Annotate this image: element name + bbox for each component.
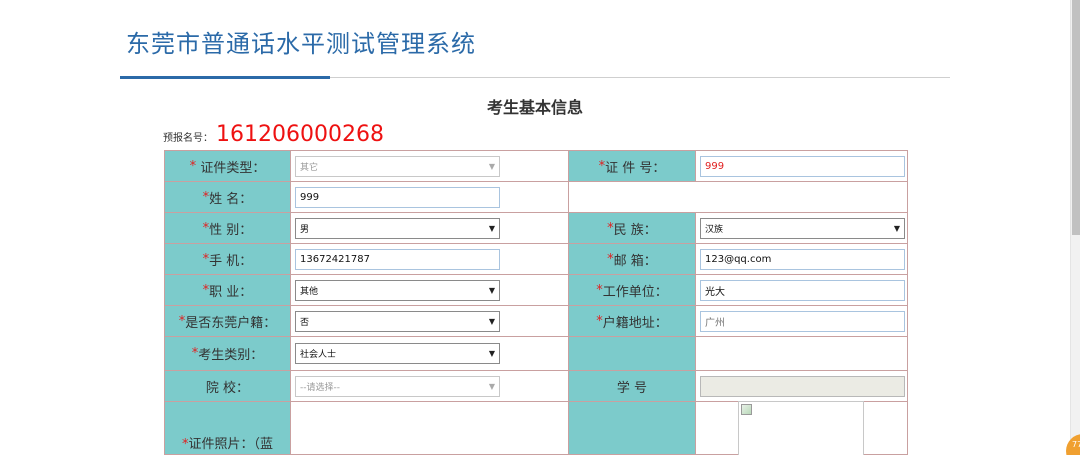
- student-no-cell: [695, 370, 908, 402]
- badge-count: 77: [1072, 440, 1080, 449]
- name-label: * 姓 名：: [164, 181, 291, 213]
- school-cell: --请选择-- ▼: [290, 370, 569, 402]
- candidate-type-select[interactable]: 社会人士 ▼: [295, 343, 500, 364]
- gender-cell: 男 ▼: [290, 212, 569, 244]
- chevron-down-icon: ▼: [488, 285, 495, 295]
- id-number-input[interactable]: 999: [700, 155, 905, 177]
- employer-input[interactable]: 光大: [700, 279, 905, 301]
- id-number-cell: 999: [695, 150, 908, 182]
- chevron-down-icon: ▼: [488, 161, 495, 171]
- id-type-label: * 证件类型：: [164, 150, 291, 182]
- empty-cell: [568, 181, 908, 213]
- mobile-label: * 手 机：: [164, 243, 291, 275]
- page-scrollbar[interactable]: [1070, 0, 1080, 455]
- gender-select[interactable]: 男 ▼: [295, 217, 500, 239]
- candidate-info-form: * 证件类型： 其它 ▼ * 证 件 号： 999 * 姓 名： 999 * 性 别： …: [0, 0, 1070, 455]
- id-photo-cell: [290, 401, 569, 455]
- candidate-type-label: * 考生类别：: [164, 336, 291, 371]
- mobile-cell: 13672421787: [290, 243, 569, 275]
- occupation-cell: 其他 ▼: [290, 274, 569, 306]
- student-no-input[interactable]: [700, 375, 905, 397]
- student-no-label: 学 号: [568, 370, 696, 402]
- email-label: * 邮 箱：: [568, 243, 696, 275]
- hukou-address-label: * 户籍地址：: [568, 305, 696, 337]
- chevron-down-icon: ▼: [488, 316, 495, 326]
- dongguan-hukou-select[interactable]: 否 ▼: [295, 310, 500, 332]
- chevron-down-icon: ▼: [488, 223, 495, 233]
- dongguan-hukou-cell: 否 ▼: [290, 305, 569, 337]
- empty-cell: [695, 336, 908, 371]
- photo-preview[interactable]: [738, 401, 864, 455]
- ethnicity-select[interactable]: 汉族 ▼: [700, 217, 905, 239]
- school-label: 院 校：: [164, 370, 291, 402]
- empty-label-cell: [568, 401, 696, 455]
- employer-label: * 工作单位：: [568, 274, 696, 306]
- school-select[interactable]: --请选择-- ▼: [295, 375, 500, 397]
- name-input[interactable]: 999: [295, 186, 500, 208]
- hukou-address-input[interactable]: 广州: [700, 310, 905, 332]
- id-photo-label: * 证件照片：（蓝: [164, 401, 291, 455]
- candidate-type-cell: 社会人士 ▼: [290, 336, 569, 371]
- mobile-input[interactable]: 13672421787: [295, 248, 500, 270]
- dongguan-hukou-label: * 是否东莞户籍：: [164, 305, 291, 337]
- chevron-down-icon: ▼: [488, 349, 495, 358]
- chevron-down-icon: ▼: [488, 381, 495, 391]
- ethnicity-cell: 汉族 ▼: [695, 212, 908, 244]
- chevron-down-icon: ▼: [893, 223, 900, 233]
- employer-cell: 光大: [695, 274, 908, 306]
- id-type-select[interactable]: 其它 ▼: [295, 155, 500, 177]
- name-cell: 999: [290, 181, 569, 213]
- id-number-label: * 证 件 号：: [568, 150, 696, 182]
- hukou-address-cell: 广州: [695, 305, 908, 337]
- email-cell: 123@qq.com: [695, 243, 908, 275]
- gender-label: * 性 别：: [164, 212, 291, 244]
- empty-label-cell: [568, 336, 696, 371]
- broken-image-icon: [741, 404, 752, 415]
- ethnicity-label: * 民 族：: [568, 212, 696, 244]
- required-mark: *: [189, 158, 197, 174]
- email-input[interactable]: 123@qq.com: [700, 248, 905, 270]
- occupation-select[interactable]: 其他 ▼: [295, 279, 500, 301]
- id-type-cell: 其它 ▼: [290, 150, 569, 182]
- scrollbar-thumb[interactable]: [1072, 0, 1080, 235]
- occupation-label: * 职 业：: [164, 274, 291, 306]
